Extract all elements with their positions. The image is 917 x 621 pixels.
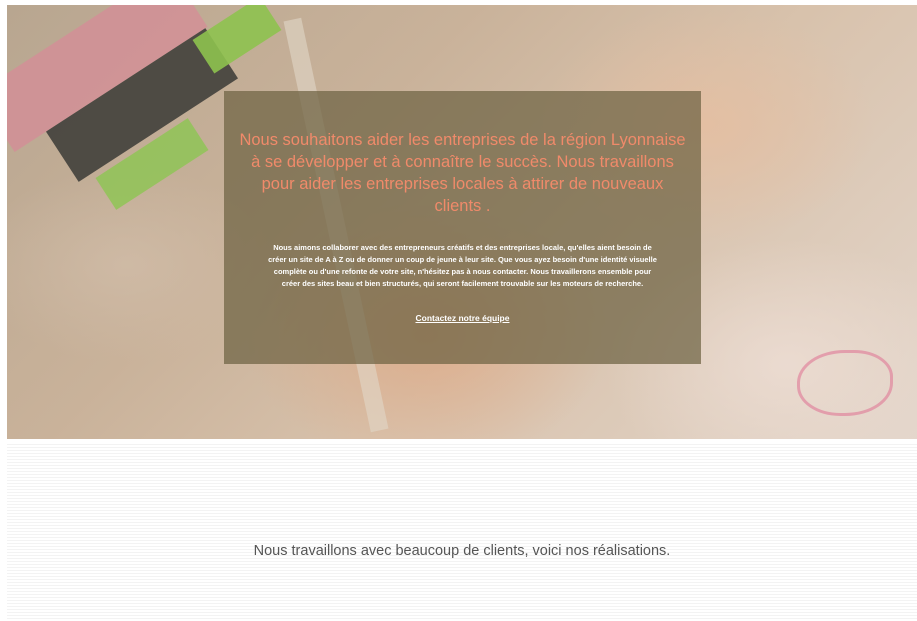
hero-paragraph: Nous aimons collaborer avec des entrepre… bbox=[268, 243, 657, 288]
hero-heading: Nous souhaitons aider les entreprises de… bbox=[239, 131, 686, 215]
portfolio-section: Nous travaillons avec beaucoup de client… bbox=[7, 442, 917, 621]
hero-background-doodle bbox=[797, 350, 893, 416]
portfolio-intro-text: Nous travaillons avec beaucoup de client… bbox=[253, 543, 671, 559]
page: Nous souhaitons aider les entreprises de… bbox=[0, 0, 917, 621]
hero-section: Nous souhaitons aider les entreprises de… bbox=[7, 5, 917, 439]
contact-team-link[interactable]: Contactez notre équipe bbox=[224, 313, 701, 323]
hero-overlay-box: Nous souhaitons aider les entreprises de… bbox=[224, 91, 701, 364]
